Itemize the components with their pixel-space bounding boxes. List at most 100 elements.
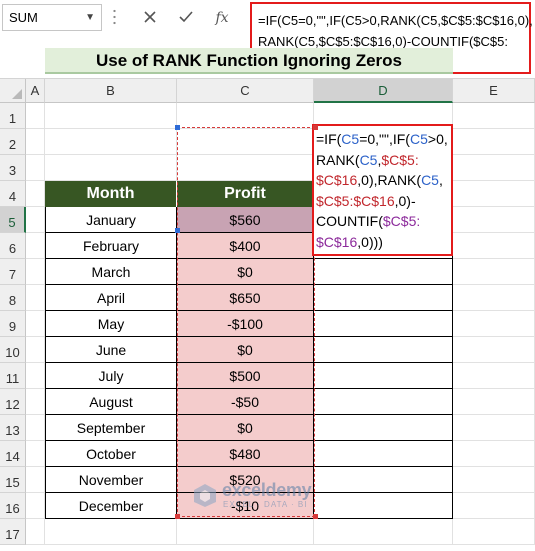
month-cell[interactable]: June <box>45 337 177 363</box>
column-header-c[interactable]: C <box>177 79 314 103</box>
profit-cell[interactable]: $560 <box>177 207 314 233</box>
profit-cell[interactable]: -$10 <box>177 493 314 519</box>
grid-cell[interactable] <box>453 519 535 545</box>
grid-cell[interactable] <box>453 389 535 415</box>
month-cell[interactable]: February <box>45 233 177 259</box>
profit-cell[interactable]: $520 <box>177 467 314 493</box>
rank-cell[interactable] <box>314 389 453 415</box>
month-cell[interactable]: November <box>45 467 177 493</box>
profit-cell[interactable]: $400 <box>177 233 314 259</box>
grid-cell[interactable] <box>45 103 177 129</box>
row-header-2[interactable]: 2 <box>0 129 26 155</box>
profit-cell[interactable]: -$100 <box>177 311 314 337</box>
grid-cell[interactable] <box>453 233 535 259</box>
row-header-12[interactable]: 12 <box>0 389 26 415</box>
row-header-6[interactable]: 6 <box>0 233 26 259</box>
row-header-1[interactable]: 1 <box>0 103 26 129</box>
rank-cell[interactable] <box>314 441 453 467</box>
grid-cell[interactable] <box>26 519 45 545</box>
grid-cell[interactable] <box>453 337 535 363</box>
grid-cell[interactable] <box>26 233 45 259</box>
rank-cell[interactable] <box>314 285 453 311</box>
month-cell[interactable]: August <box>45 389 177 415</box>
grid-cell[interactable] <box>26 285 45 311</box>
drag-handle-icon[interactable] <box>113 8 116 26</box>
row-header-8[interactable]: 8 <box>0 285 26 311</box>
row-header-13[interactable]: 13 <box>0 415 26 441</box>
grid-cell[interactable] <box>177 155 314 181</box>
grid-cell[interactable] <box>26 389 45 415</box>
grid-cell[interactable] <box>177 129 314 155</box>
month-cell[interactable]: April <box>45 285 177 311</box>
cell-edit-formula[interactable]: =IF(C5=0,"",IF(C5>0, RANK(C5,$C$5: $C$16… <box>312 124 453 256</box>
range-resize-handle[interactable] <box>313 514 318 519</box>
column-header-e[interactable]: E <box>453 79 535 103</box>
grid-cell[interactable] <box>26 311 45 337</box>
rank-cell[interactable] <box>314 337 453 363</box>
profit-cell[interactable]: $0 <box>177 415 314 441</box>
grid-cell[interactable] <box>453 467 535 493</box>
grid-cell[interactable] <box>26 259 45 285</box>
enter-button[interactable] <box>172 6 200 30</box>
profit-cell[interactable]: $0 <box>177 259 314 285</box>
row-header-4[interactable]: 4 <box>0 181 26 207</box>
insert-function-button[interactable]: fx <box>208 6 236 30</box>
profit-cell[interactable]: $500 <box>177 363 314 389</box>
row-header-9[interactable]: 9 <box>0 311 26 337</box>
grid-cell[interactable] <box>177 103 314 129</box>
row-header-3[interactable]: 3 <box>0 155 26 181</box>
month-cell[interactable]: October <box>45 441 177 467</box>
rank-cell[interactable] <box>314 467 453 493</box>
row-header-5[interactable]: 5 <box>0 207 26 233</box>
grid-cell[interactable] <box>453 441 535 467</box>
grid-cell[interactable] <box>453 103 535 129</box>
name-box[interactable]: SUM ▼ <box>2 4 102 31</box>
grid-cell[interactable] <box>26 129 45 155</box>
grid-cell[interactable] <box>453 493 535 519</box>
grid-cell[interactable] <box>26 493 45 519</box>
row-header-7[interactable]: 7 <box>0 259 26 285</box>
select-all-corner[interactable] <box>0 79 26 103</box>
grid-cell[interactable] <box>453 155 535 181</box>
grid-cell[interactable] <box>453 181 535 207</box>
grid-cell[interactable] <box>314 519 453 545</box>
grid-cell[interactable] <box>26 363 45 389</box>
grid-cell[interactable] <box>26 467 45 493</box>
rank-cell[interactable] <box>314 493 453 519</box>
month-cell[interactable]: September <box>45 415 177 441</box>
row-header-11[interactable]: 11 <box>0 363 26 389</box>
profit-cell[interactable]: $480 <box>177 441 314 467</box>
grid-cell[interactable] <box>453 363 535 389</box>
grid-cell[interactable] <box>453 259 535 285</box>
month-cell[interactable]: July <box>45 363 177 389</box>
grid-cell[interactable] <box>453 285 535 311</box>
grid-cell[interactable] <box>26 337 45 363</box>
cancel-button[interactable] <box>136 6 164 30</box>
grid-cell[interactable] <box>453 311 535 337</box>
grid-cell[interactable] <box>45 155 177 181</box>
grid-cell[interactable] <box>26 155 45 181</box>
grid-cell[interactable] <box>45 129 177 155</box>
row-header-10[interactable]: 10 <box>0 337 26 363</box>
grid-cell[interactable] <box>177 519 314 545</box>
rank-cell[interactable] <box>314 259 453 285</box>
grid-cell[interactable] <box>453 129 535 155</box>
column-header-b[interactable]: B <box>45 79 177 103</box>
month-cell[interactable]: January <box>45 207 177 233</box>
grid-cell[interactable] <box>26 207 45 233</box>
rank-cell[interactable] <box>314 311 453 337</box>
grid-cell[interactable] <box>26 441 45 467</box>
profit-cell[interactable]: $650 <box>177 285 314 311</box>
row-header-16[interactable]: 16 <box>0 493 26 519</box>
range-resize-handle[interactable] <box>313 125 318 130</box>
grid-cell[interactable] <box>26 103 45 129</box>
grid-cell[interactable] <box>26 181 45 207</box>
row-header-17[interactable]: 17 <box>0 519 26 545</box>
row-header-14[interactable]: 14 <box>0 441 26 467</box>
rank-cell[interactable] <box>314 363 453 389</box>
month-cell[interactable]: March <box>45 259 177 285</box>
profit-cell[interactable]: -$50 <box>177 389 314 415</box>
range-resize-handle[interactable] <box>175 125 180 130</box>
month-cell[interactable]: May <box>45 311 177 337</box>
month-cell[interactable]: December <box>45 493 177 519</box>
